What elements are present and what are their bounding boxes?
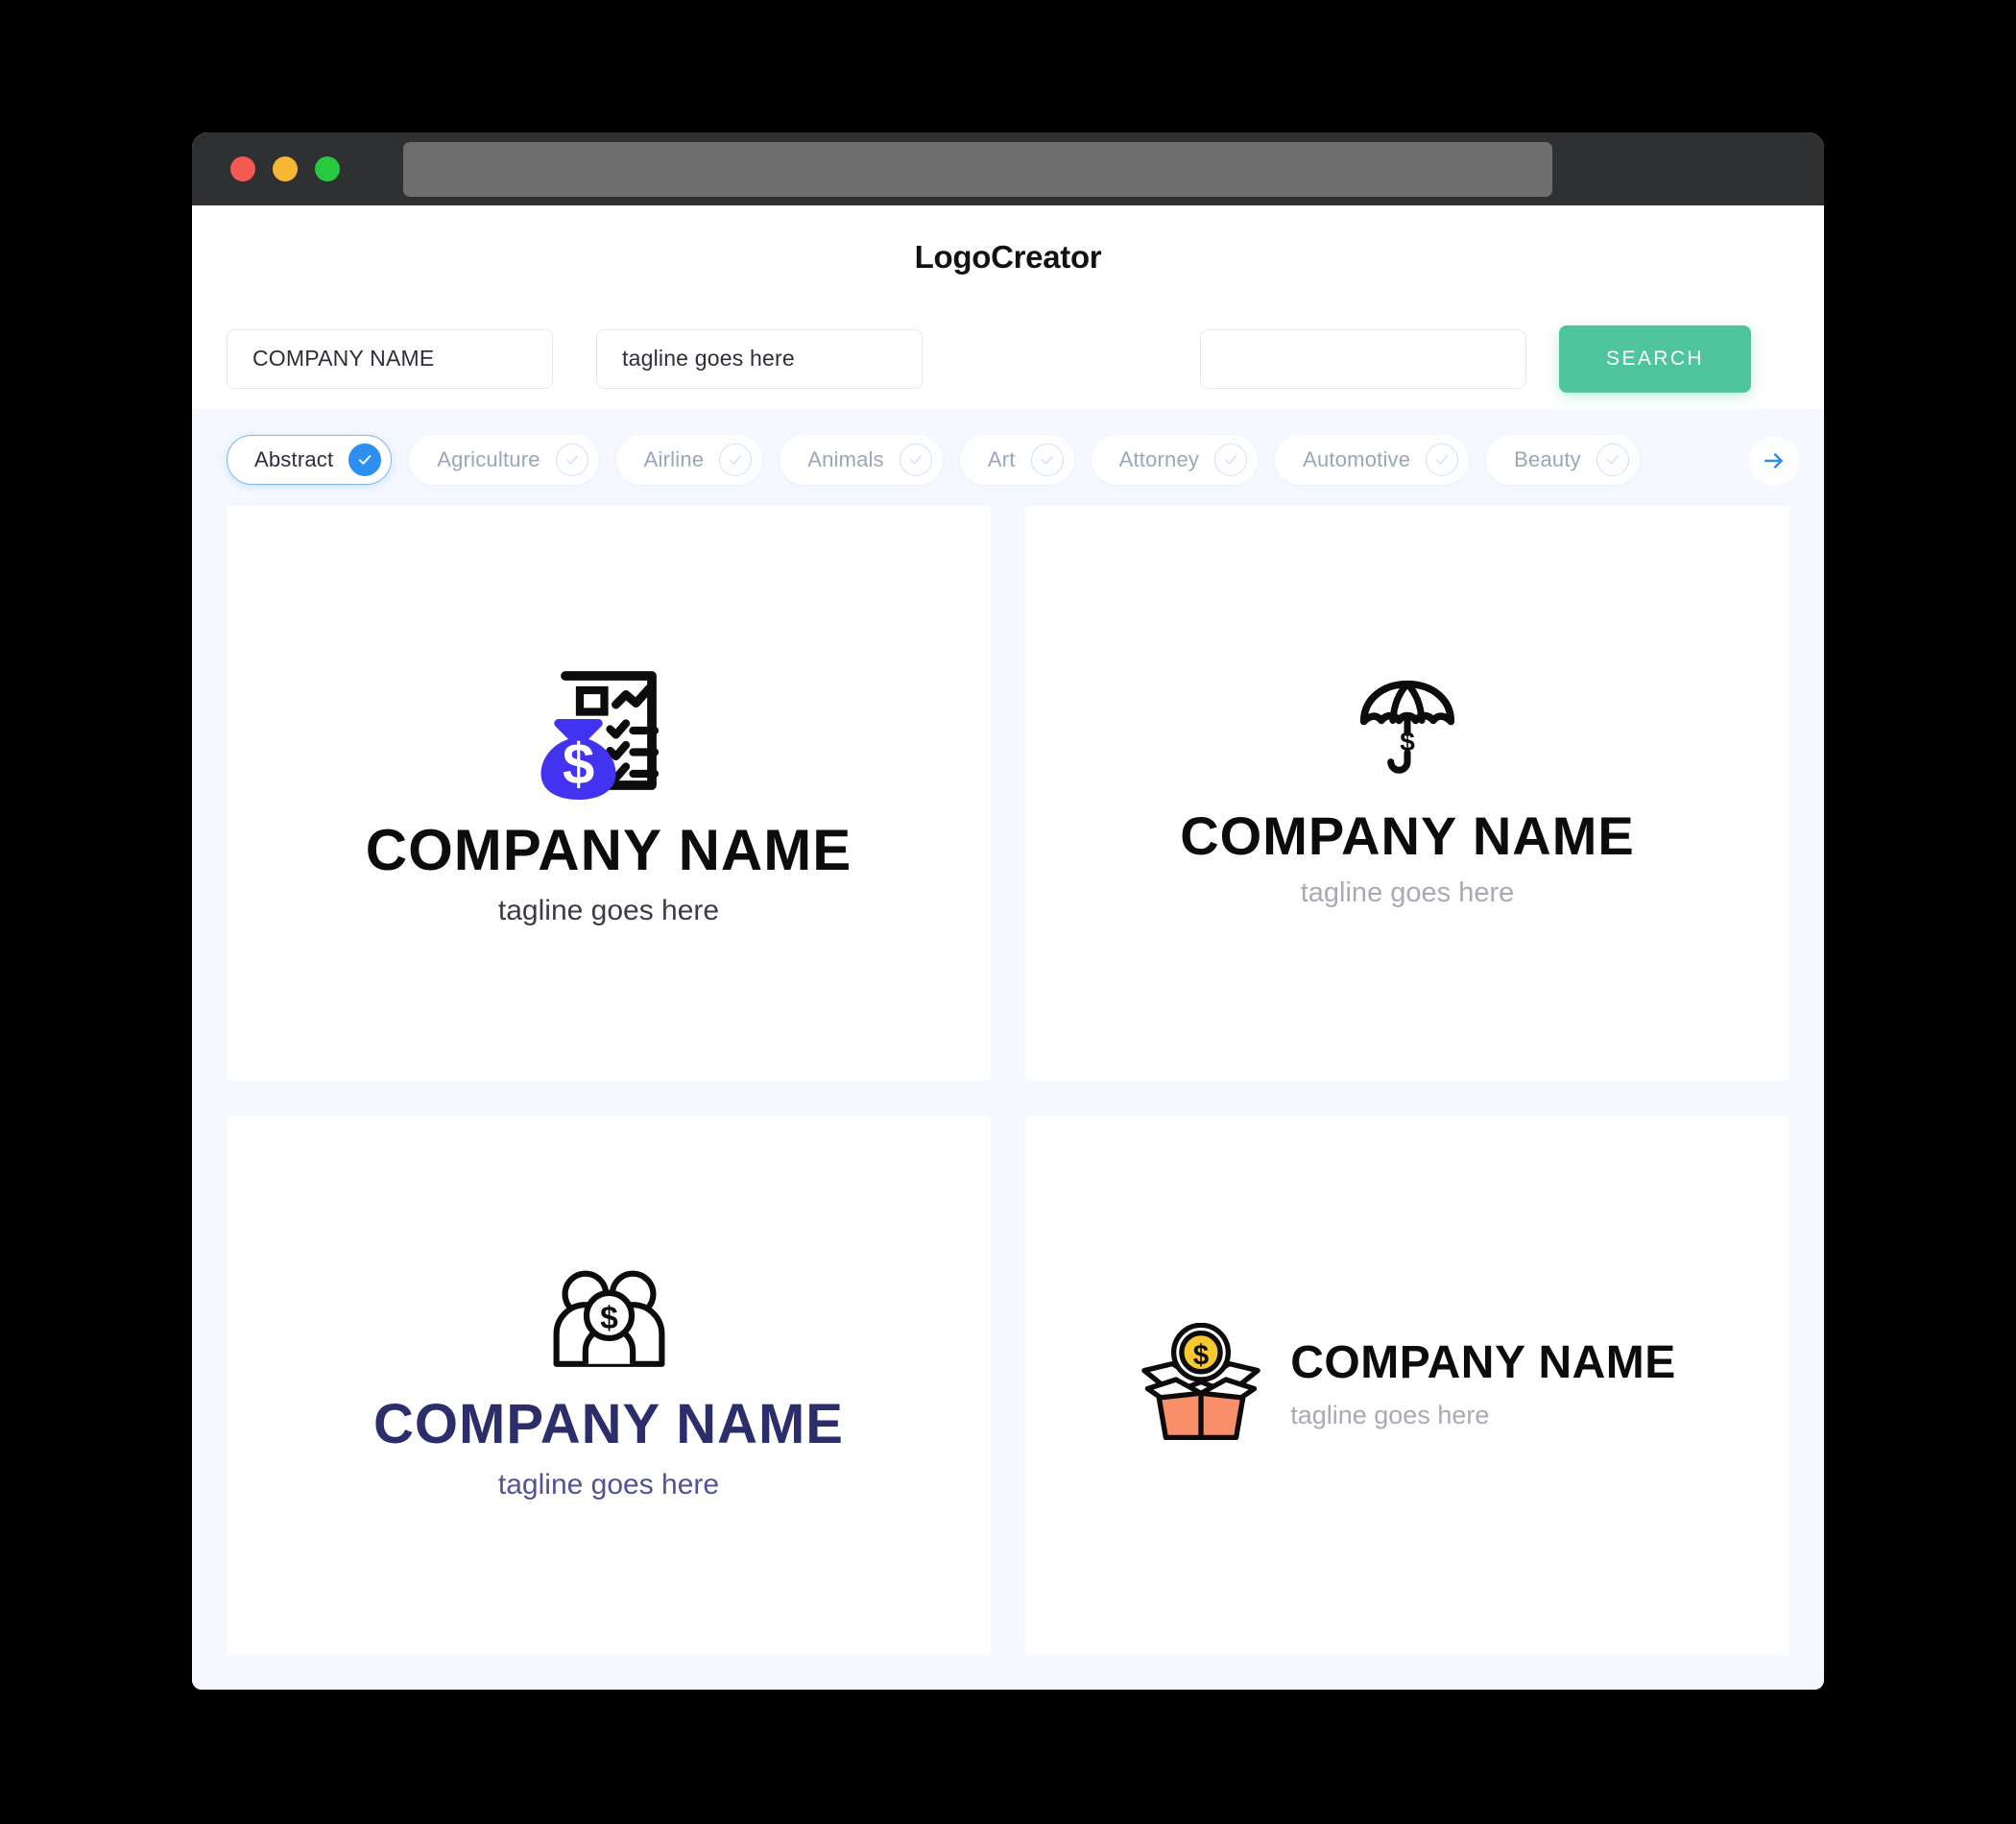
logo-composition: $ COMPANY NAME tagline goes here <box>1139 1322 1676 1448</box>
company-name-input[interactable]: COMPANY NAME <box>227 328 553 389</box>
logo-company-name: COMPANY NAME <box>1180 805 1635 867</box>
logo-icon: $ <box>549 1267 669 1375</box>
logo-text-block: COMPANY NAME tagline goes here <box>1290 1337 1676 1430</box>
category-chip-automotive[interactable]: Automotive <box>1275 435 1470 485</box>
logo-composition: $ COMPANY NAME tagline goes here <box>1180 676 1635 910</box>
logo-tagline: tagline goes here <box>497 1469 720 1501</box>
logo-tagline: tagline goes here <box>1290 1400 1490 1429</box>
logo-company-name: COMPANY NAME <box>373 1393 844 1456</box>
screen: LogoCreator COMPANY NAME tagline goes he… <box>0 0 2016 1824</box>
category-chip-airline[interactable]: Airline <box>615 435 763 485</box>
check-circle-icon <box>1426 444 1459 476</box>
category-chip-abstract[interactable]: Abstract <box>227 435 393 485</box>
category-chip-label: Abstract <box>254 447 334 471</box>
category-chip-label: Beauty <box>1514 447 1581 471</box>
logo-composition: $ COMPANY NAME tagline goes here <box>373 1267 844 1502</box>
maximize-window-button[interactable] <box>315 156 340 181</box>
logo-composition: $ COMPANY NAME tagline goes here <box>366 659 852 928</box>
search-button[interactable]: SEARCH <box>1559 324 1751 393</box>
check-circle-icon <box>1214 444 1248 476</box>
search-toolbar: COMPANY NAME tagline goes here SEARCH <box>192 308 1824 409</box>
open-box-coin-icon: $ <box>1141 1322 1260 1440</box>
category-chip-attorney[interactable]: Attorney <box>1091 435 1259 485</box>
browser-window: LogoCreator COMPANY NAME tagline goes he… <box>192 132 1824 1690</box>
category-chip-label: Agriculture <box>437 447 540 471</box>
category-chip-label: Animals <box>807 447 884 471</box>
traffic-lights <box>230 156 340 181</box>
category-chip-agriculture[interactable]: Agriculture <box>409 435 599 485</box>
category-chip-beauty[interactable]: Beauty <box>1486 435 1640 485</box>
logo-card[interactable]: $ COMPANY NAME tagline goes here <box>227 506 991 1081</box>
page-title: LogoCreator <box>914 238 1102 275</box>
category-chip-art[interactable]: Art <box>959 435 1074 485</box>
logo-icon: $ <box>537 659 681 803</box>
app-header: LogoCreator <box>192 205 1824 308</box>
address-bar[interactable] <box>403 141 1552 197</box>
svg-text:$: $ <box>563 732 594 796</box>
people-dollar-icon: $ <box>553 1270 664 1368</box>
category-chip-label: Airline <box>643 447 705 471</box>
logo-results-grid: $ COMPANY NAME tagline goes here $ COMPAN… <box>192 506 1824 1690</box>
check-circle-icon <box>719 444 753 476</box>
check-circle-icon <box>348 444 382 476</box>
svg-text:$: $ <box>1193 1339 1209 1371</box>
category-chip-label: Attorney <box>1118 447 1200 471</box>
check-circle-icon <box>1596 444 1629 476</box>
logo-icon: $ <box>1139 1322 1263 1448</box>
logo-card[interactable]: $ COMPANY NAME tagline goes here <box>1025 506 1789 1081</box>
logo-company-name: COMPANY NAME <box>365 817 852 882</box>
tagline-input[interactable]: tagline goes here <box>596 328 923 389</box>
category-chip-label: Art <box>987 447 1016 471</box>
check-circle-icon <box>899 444 932 476</box>
check-circle-icon <box>555 444 588 476</box>
logo-card[interactable]: $ COMPANY NAME tagline goes here <box>227 1115 991 1655</box>
category-filter-bar: Abstract Agriculture Airline Animals Art Atto… <box>192 409 1824 506</box>
minimize-window-button[interactable] <box>273 156 298 181</box>
category-chip-list: Abstract Agriculture Airline Animals Art Atto… <box>227 434 1824 486</box>
arrow-right-icon[interactable] <box>1749 436 1799 486</box>
logo-tagline: tagline goes here <box>497 894 720 926</box>
category-chip-animals[interactable]: Animals <box>780 435 943 485</box>
logo-card[interactable]: $ COMPANY NAME tagline goes here <box>1025 1115 1789 1655</box>
money-bag-checklist-icon: $ <box>540 670 660 800</box>
keyword-input[interactable] <box>1200 328 1526 389</box>
logo-tagline: tagline goes here <box>1300 877 1515 909</box>
close-window-button[interactable] <box>230 156 255 181</box>
logo-icon: $ <box>1356 676 1459 780</box>
category-chip-label: Automotive <box>1303 447 1411 471</box>
svg-text:$: $ <box>600 1301 618 1336</box>
umbrella-dollar-icon: $ <box>1359 681 1455 775</box>
browser-titlebar <box>192 132 1824 205</box>
logo-company-name: COMPANY NAME <box>1290 1337 1676 1389</box>
check-circle-icon <box>1030 444 1064 476</box>
